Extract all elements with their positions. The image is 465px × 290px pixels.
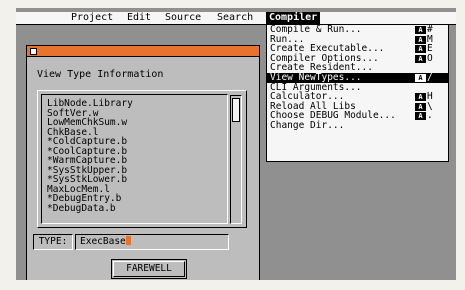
menu-shortcut: A / bbox=[415, 73, 437, 83]
menu-source[interactable]: Source bbox=[162, 12, 204, 24]
amiga-key-icon: A bbox=[415, 26, 426, 34]
menu-item-label: Change Dir... bbox=[270, 119, 345, 131]
amiga-key-icon: A bbox=[415, 35, 426, 44]
amiga-key-icon: A bbox=[415, 45, 426, 54]
amiga-key-icon: A bbox=[415, 54, 426, 63]
amiga-key-icon: A bbox=[415, 112, 426, 121]
view-type-window: View Type Information LibNode.Library Sof… bbox=[26, 45, 260, 280]
menu-project[interactable]: Project bbox=[68, 12, 116, 24]
farewell-button[interactable]: FAREWELL bbox=[111, 259, 187, 279]
menu-shortcut: AM bbox=[415, 34, 437, 45]
menu-edit[interactable]: Edit bbox=[124, 12, 154, 24]
type-label: TYPE: bbox=[33, 234, 73, 250]
shortcut-key: / bbox=[427, 71, 433, 83]
amiga-key-icon: A bbox=[415, 73, 426, 82]
compiler-menu-dropdown: Compile & Run... A # Run... A M Create Executa… bbox=[266, 24, 449, 162]
amiga-key-icon: A bbox=[415, 93, 426, 102]
amiga-key-icon: A bbox=[415, 102, 426, 111]
text-cursor bbox=[125, 236, 131, 245]
menu-shortcut: A # bbox=[415, 25, 437, 35]
menu-item-change-dir[interactable]: Change Dir... bbox=[267, 121, 448, 131]
menu-shortcut: A. bbox=[415, 111, 437, 121]
type-list-box: LibNode.Library SoftVer.w LowMemChkSum.w Ch… bbox=[37, 90, 247, 228]
list-item[interactable]: *DebugData.b bbox=[47, 203, 133, 214]
menu-compiler[interactable]: Compiler bbox=[266, 12, 321, 24]
type-input[interactable]: ExecBase bbox=[75, 234, 229, 250]
workbench-screen: Project Edit Source Search Compiler View… bbox=[16, 8, 456, 280]
menu-shortcut: AO bbox=[415, 54, 437, 64]
scrollbar-knob[interactable] bbox=[232, 98, 240, 122]
menu-search[interactable]: Search bbox=[214, 12, 256, 24]
shortcut-key: O bbox=[427, 52, 433, 64]
menu-shortcut: AH bbox=[415, 92, 437, 102]
menu-shortcut: AE bbox=[415, 44, 437, 54]
type-list[interactable]: LibNode.Library SoftVer.w LowMemChkSum.w Ch… bbox=[41, 94, 228, 224]
window-heading: View Type Information bbox=[37, 69, 164, 80]
window-title-bar[interactable] bbox=[27, 46, 259, 57]
close-gadget-icon[interactable] bbox=[30, 48, 37, 55]
shortcut-key: . bbox=[427, 110, 433, 122]
type-input-value: ExecBase bbox=[80, 236, 126, 247]
type-row: TYPE: ExecBase bbox=[33, 233, 247, 253]
list-scrollbar[interactable] bbox=[230, 95, 242, 224]
menu-shortcut: A \ bbox=[415, 102, 437, 112]
